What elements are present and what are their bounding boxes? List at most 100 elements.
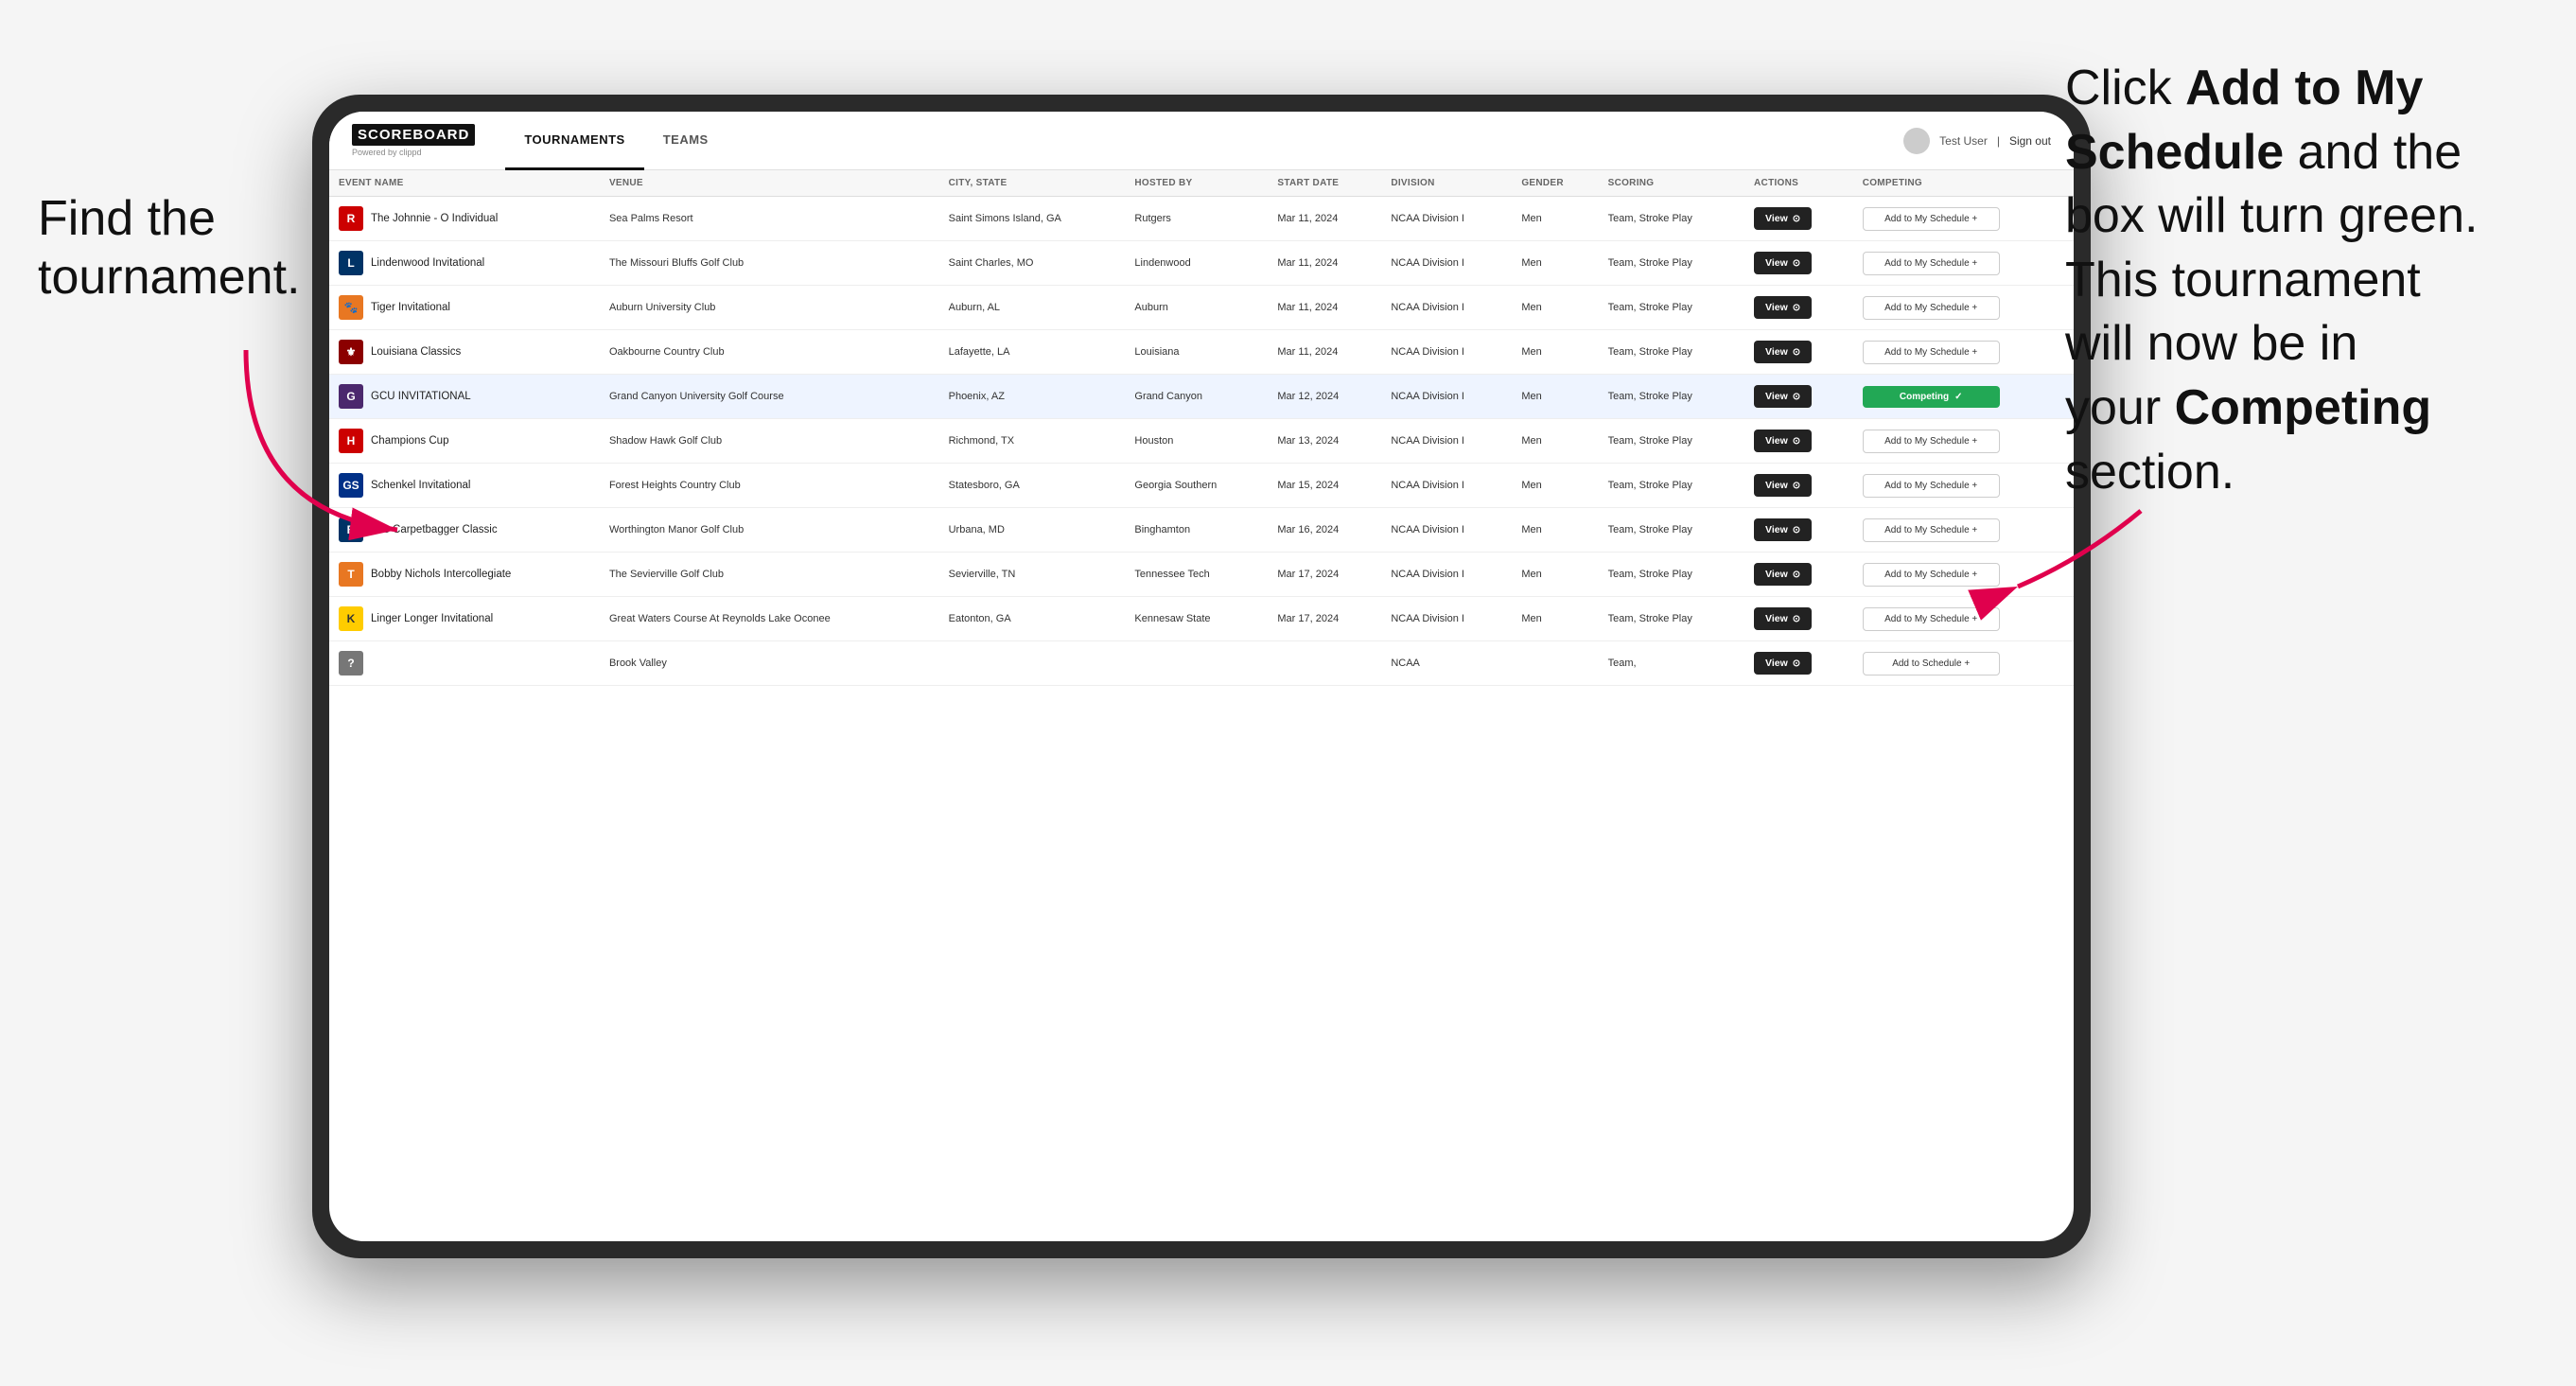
venue-cell: Grand Canyon University Golf Course: [600, 375, 939, 419]
table-row: T Bobby Nichols Intercollegiate The Sevi…: [329, 553, 2074, 597]
col-hosted: HOSTED BY: [1125, 170, 1268, 197]
add-schedule-button[interactable]: Add to My Schedule +: [1863, 607, 2000, 631]
gender-text: Men: [1521, 302, 1541, 313]
table-row: H Champions Cup Shadow Hawk Golf Club Ri…: [329, 419, 2074, 464]
add-schedule-button[interactable]: Add to My Schedule +: [1863, 430, 2000, 453]
date-text: Mar 17, 2024: [1277, 613, 1339, 624]
gender-cell: Men: [1512, 464, 1598, 508]
add-schedule-button[interactable]: Add to My Schedule +: [1863, 207, 2000, 231]
competing-button[interactable]: Competing ✓: [1863, 386, 2000, 408]
hosted-text: Auburn: [1134, 302, 1167, 313]
add-schedule-button[interactable]: Add to My Schedule +: [1863, 474, 2000, 498]
view-button[interactable]: View ⊙: [1754, 652, 1812, 675]
actions-cell: View ⊙: [1744, 197, 1853, 241]
hosted-text: Kennesaw State: [1134, 613, 1210, 624]
table-row: GS Schenkel Invitational Forest Heights …: [329, 464, 2074, 508]
venue-text: Grand Canyon University Golf Course: [609, 391, 784, 402]
table-header-row: EVENT NAME VENUE CITY, STATE HOSTED BY S…: [329, 170, 2074, 197]
gender-cell: Men: [1512, 597, 1598, 641]
view-icon: ⊙: [1793, 392, 1800, 402]
view-button[interactable]: View ⊙: [1754, 563, 1812, 586]
view-icon: ⊙: [1793, 347, 1800, 358]
venue-text: Forest Heights Country Club: [609, 480, 741, 491]
division-cell: NCAA Division I: [1381, 330, 1512, 375]
add-schedule-label: Add to Schedule +: [1892, 658, 1970, 669]
gender-text: Men: [1521, 213, 1541, 224]
division-text: NCAA Division I: [1391, 257, 1464, 269]
left-arrow: [189, 341, 426, 549]
view-icon: ⊙: [1793, 303, 1800, 313]
view-label: View: [1765, 391, 1788, 402]
add-schedule-label: Add to My Schedule +: [1884, 303, 1977, 313]
city-text: Phoenix, AZ: [949, 391, 1005, 402]
city-cell: Lafayette, LA: [939, 330, 1126, 375]
view-icon: ⊙: [1793, 258, 1800, 269]
view-button[interactable]: View ⊙: [1754, 207, 1812, 230]
view-icon: ⊙: [1793, 614, 1800, 624]
add-schedule-button[interactable]: Add to My Schedule +: [1863, 563, 2000, 587]
team-logo: K: [339, 606, 363, 631]
division-cell: NCAA: [1381, 641, 1512, 686]
hosted-text: Rutgers: [1134, 213, 1171, 224]
gender-cell: Men: [1512, 419, 1598, 464]
event-name: Tiger Invitational: [371, 302, 450, 313]
event-name: Bobby Nichols Intercollegiate: [371, 569, 511, 580]
tab-teams[interactable]: TEAMS: [644, 112, 727, 170]
add-schedule-button[interactable]: Add to Schedule +: [1863, 652, 2000, 675]
scoring-cell: Team, Stroke Play: [1599, 508, 1744, 553]
competing-label: Competing: [1900, 392, 1949, 402]
user-label: Test User: [1939, 134, 1988, 148]
city-cell: Statesboro, GA: [939, 464, 1126, 508]
add-schedule-button[interactable]: Add to My Schedule +: [1863, 341, 2000, 364]
view-button[interactable]: View ⊙: [1754, 430, 1812, 452]
scoring-cell: Team, Stroke Play: [1599, 330, 1744, 375]
view-button[interactable]: View ⊙: [1754, 474, 1812, 497]
view-button[interactable]: View ⊙: [1754, 607, 1812, 630]
view-icon: ⊙: [1793, 214, 1800, 224]
logo-sub: Powered by clippd: [352, 148, 475, 157]
view-button[interactable]: View ⊙: [1754, 385, 1812, 408]
view-button[interactable]: View ⊙: [1754, 296, 1812, 319]
city-text: Urbana, MD: [949, 524, 1005, 535]
view-button[interactable]: View ⊙: [1754, 341, 1812, 363]
view-label: View: [1765, 435, 1788, 447]
division-text: NCAA: [1391, 658, 1420, 669]
date-cell: Mar 15, 2024: [1268, 464, 1381, 508]
scoring-cell: Team, Stroke Play: [1599, 597, 1744, 641]
division-cell: NCAA Division I: [1381, 553, 1512, 597]
logo-area: SCOREBOARD Powered by clippd: [352, 124, 475, 157]
hosted-text: Grand Canyon: [1134, 391, 1202, 402]
gender-cell: Men: [1512, 508, 1598, 553]
competing-cell: Add to Schedule +: [1853, 641, 2074, 686]
team-logo: R: [339, 206, 363, 231]
gender-cell: Men: [1512, 553, 1598, 597]
view-label: View: [1765, 302, 1788, 313]
add-schedule-button[interactable]: Add to My Schedule +: [1863, 518, 2000, 542]
signout-link[interactable]: Sign out: [2009, 134, 2051, 148]
division-text: NCAA Division I: [1391, 524, 1464, 535]
venue-text: Worthington Manor Golf Club: [609, 524, 744, 535]
venue-cell: Sea Palms Resort: [600, 197, 939, 241]
venue-text: The Missouri Bluffs Golf Club: [609, 257, 744, 269]
actions-cell: View ⊙: [1744, 330, 1853, 375]
division-text: NCAA Division I: [1391, 391, 1464, 402]
add-schedule-label: Add to My Schedule +: [1884, 570, 1977, 580]
date-text: Mar 17, 2024: [1277, 569, 1339, 580]
view-button[interactable]: View ⊙: [1754, 252, 1812, 274]
hosted-text: Lindenwood: [1134, 257, 1190, 269]
add-schedule-button[interactable]: Add to My Schedule +: [1863, 252, 2000, 275]
date-text: Mar 11, 2024: [1277, 302, 1338, 313]
city-cell: Saint Simons Island, GA: [939, 197, 1126, 241]
view-button[interactable]: View ⊙: [1754, 518, 1812, 541]
actions-cell: View ⊙: [1744, 597, 1853, 641]
col-venue: VENUE: [600, 170, 939, 197]
logo-text: SCOREBOARD: [352, 124, 475, 146]
add-schedule-button[interactable]: Add to My Schedule +: [1863, 296, 2000, 320]
tab-tournaments[interactable]: TOURNAMENTS: [505, 112, 643, 170]
date-cell: Mar 13, 2024: [1268, 419, 1381, 464]
add-schedule-label: Add to My Schedule +: [1884, 347, 1977, 358]
scoring-text: Team, Stroke Play: [1608, 480, 1692, 491]
scoring-text: Team, Stroke Play: [1608, 613, 1692, 624]
right-arrow: [1989, 501, 2179, 615]
date-text: Mar 12, 2024: [1277, 391, 1339, 402]
